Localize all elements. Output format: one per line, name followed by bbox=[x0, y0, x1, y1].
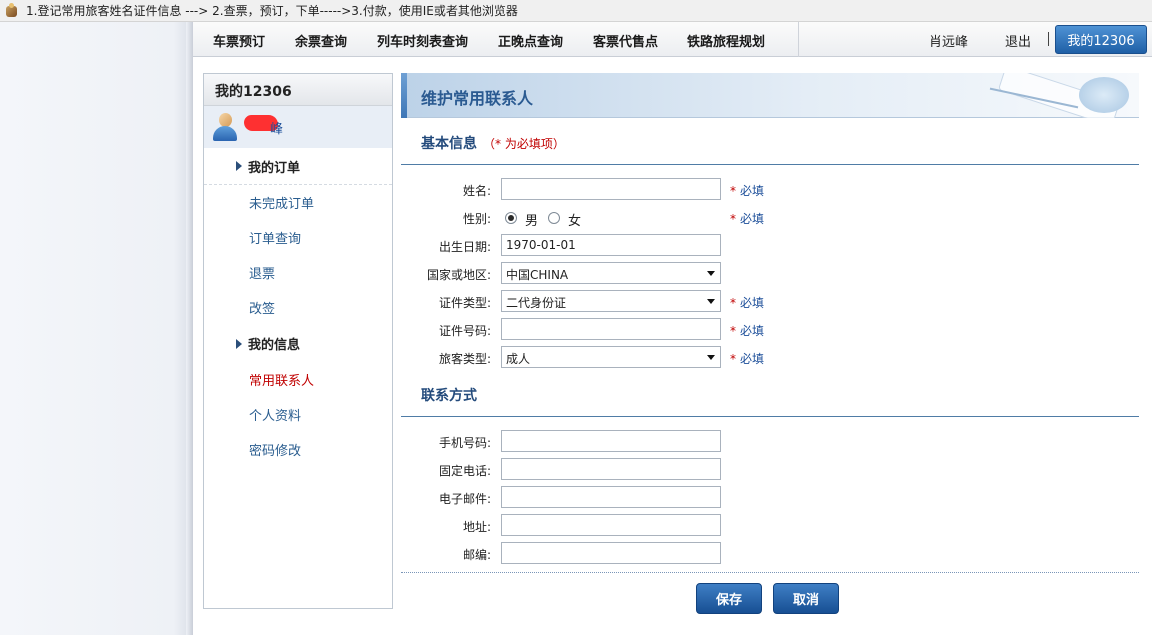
required-mark: * 必填 bbox=[730, 212, 765, 226]
name-label: 姓名: bbox=[462, 184, 491, 198]
triangle-right-icon bbox=[236, 161, 242, 171]
required-mark: * 必填 bbox=[730, 324, 765, 338]
address-input[interactable] bbox=[501, 514, 721, 536]
user-name-link[interactable]: 肖远峰 bbox=[929, 31, 968, 50]
notice-text: 1.登记常用旅客姓名证件信息 ---> 2.查票，预订，下单----->3.付款… bbox=[26, 4, 518, 18]
sidebar-user: 峰 bbox=[204, 106, 392, 148]
gender-female-radio[interactable] bbox=[548, 212, 560, 224]
nav-ticket-booking[interactable]: 车票预订 bbox=[213, 31, 265, 50]
mobile-input[interactable] bbox=[501, 430, 721, 452]
left-shadow bbox=[186, 22, 193, 635]
sidebar-group-orders[interactable]: 我的订单 bbox=[204, 148, 392, 185]
header-decoration bbox=[969, 73, 1139, 118]
save-button[interactable]: 保存 bbox=[696, 583, 762, 614]
mobile-label: 手机号码: bbox=[438, 436, 491, 450]
required-mark: * 必填 bbox=[730, 352, 765, 366]
sidebar-item-contacts[interactable]: 常用联系人 bbox=[204, 362, 392, 397]
required-mark: * 必填 bbox=[730, 184, 765, 198]
avatar-icon bbox=[212, 112, 238, 142]
birth-label: 出生日期: bbox=[438, 240, 491, 254]
gender-label: 性别: bbox=[462, 212, 491, 226]
email-input[interactable] bbox=[501, 486, 721, 508]
cancel-button[interactable]: 取消 bbox=[773, 583, 839, 614]
id-number-input[interactable] bbox=[501, 318, 721, 340]
sidebar-item-profile[interactable]: 个人资料 bbox=[204, 397, 392, 432]
page-title: 维护常用联系人 bbox=[421, 89, 534, 108]
sidebar-item-unfinished-orders[interactable]: 未完成订单 bbox=[204, 185, 392, 220]
id-type-label: 证件类型: bbox=[438, 296, 491, 310]
nav-divider bbox=[798, 22, 799, 57]
main-nav: 车票预订 余票查询 列车时刻表查询 正晚点查询 客票代售点 铁路旅程规划 肖远峰… bbox=[193, 22, 1152, 57]
logout-link[interactable]: 退出 bbox=[1005, 31, 1031, 50]
postcode-input[interactable] bbox=[501, 542, 721, 564]
sidebar-item-refund[interactable]: 退票 bbox=[204, 255, 392, 290]
address-label: 地址: bbox=[462, 520, 491, 534]
left-background bbox=[0, 22, 193, 635]
notice-bar: 1.登记常用旅客姓名证件信息 ---> 2.查票，预订，下单----->3.付款… bbox=[0, 0, 1152, 22]
my12306-button[interactable]: 我的12306 bbox=[1055, 25, 1147, 54]
nav-timetable[interactable]: 列车时刻表查询 bbox=[377, 31, 468, 50]
id-type-select[interactable]: 二代身份证 bbox=[501, 290, 721, 312]
required-mark: * 必填 bbox=[730, 296, 765, 310]
divider bbox=[401, 164, 1139, 165]
nav-delay-query[interactable]: 正晚点查询 bbox=[498, 31, 563, 50]
passenger-type-select[interactable]: 成人 bbox=[501, 346, 721, 368]
content-header: 维护常用联系人 bbox=[401, 73, 1139, 118]
nav-divider-bar bbox=[1048, 32, 1049, 46]
required-note: （* 为必填项） bbox=[483, 137, 565, 151]
nav-trip-planning[interactable]: 铁路旅程规划 bbox=[687, 31, 765, 50]
sidebar-group-info[interactable]: 我的信息 bbox=[204, 325, 392, 362]
dropdown-arrow-icon bbox=[707, 299, 715, 304]
id-number-label: 证件号码: bbox=[438, 324, 491, 338]
sidebar-username: 峰 bbox=[244, 114, 283, 137]
phone-label: 固定电话: bbox=[438, 464, 491, 478]
sidebar-item-order-query[interactable]: 订单查询 bbox=[204, 220, 392, 255]
sidebar-item-password[interactable]: 密码修改 bbox=[204, 432, 392, 467]
gender-male-radio[interactable] bbox=[505, 212, 517, 224]
email-label: 电子邮件: bbox=[438, 492, 491, 506]
nav-remaining-tickets[interactable]: 余票查询 bbox=[295, 31, 347, 50]
phone-input[interactable] bbox=[501, 458, 721, 480]
sidebar: 我的12306 峰 我的订单 未完成订单 订单查询 退票 改签 我的信息 常用联… bbox=[203, 73, 393, 609]
contact-title: 联系方式 bbox=[421, 388, 477, 404]
dropdown-arrow-icon bbox=[707, 271, 715, 276]
sidebar-item-change[interactable]: 改签 bbox=[204, 290, 392, 325]
postcode-label: 邮编: bbox=[462, 548, 491, 562]
nav-agency[interactable]: 客票代售点 bbox=[593, 31, 658, 50]
gender-female-label: 女 bbox=[568, 214, 582, 229]
sidebar-title: 我的12306 bbox=[204, 74, 392, 106]
gender-male-label: 男 bbox=[525, 214, 539, 229]
country-select[interactable]: 中国CHINA bbox=[501, 262, 721, 284]
basic-info-title: 基本信息 （* 为必填项） bbox=[421, 136, 565, 152]
birth-date-input[interactable] bbox=[501, 234, 721, 256]
dropdown-arrow-icon bbox=[707, 355, 715, 360]
name-input[interactable] bbox=[501, 178, 721, 200]
app-icon bbox=[4, 2, 20, 19]
triangle-right-icon bbox=[236, 338, 242, 349]
country-label: 国家或地区: bbox=[426, 268, 491, 282]
dotted-divider bbox=[401, 572, 1139, 573]
divider bbox=[401, 416, 1139, 417]
passenger-type-label: 旅客类型: bbox=[438, 352, 491, 366]
